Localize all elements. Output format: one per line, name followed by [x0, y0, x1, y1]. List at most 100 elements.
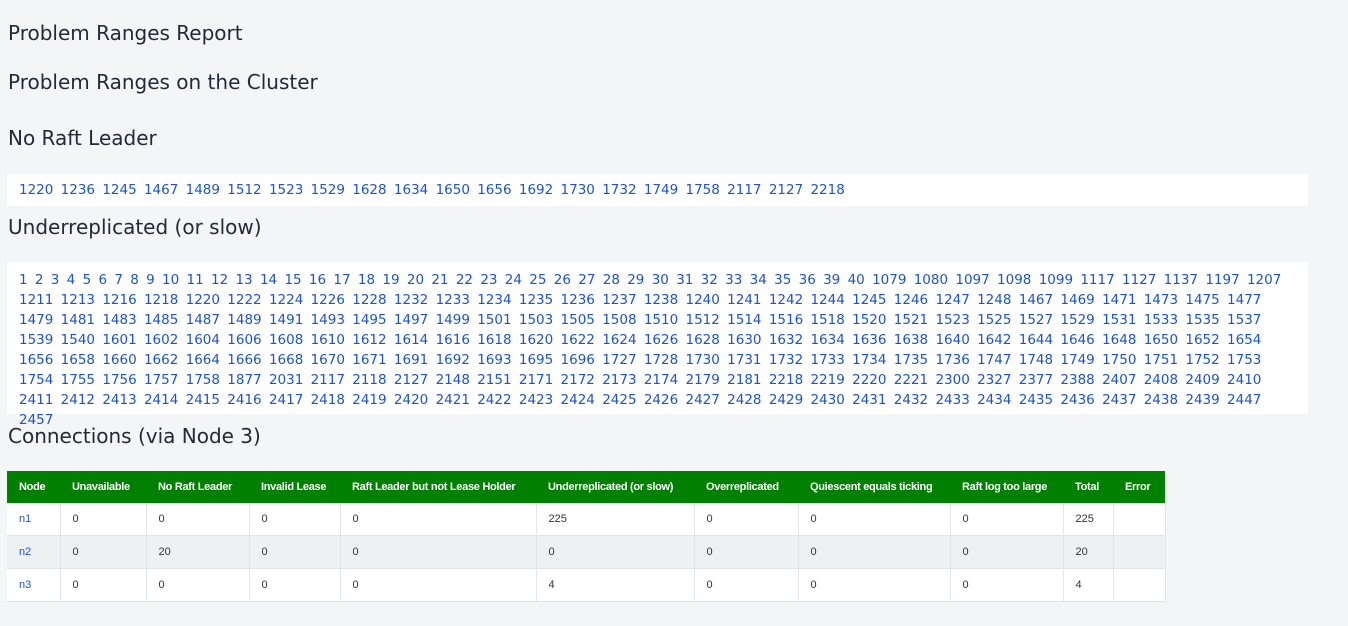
range-link[interactable]: 2423: [519, 392, 553, 408]
range-link[interactable]: 34: [750, 272, 767, 288]
range-link[interactable]: 2420: [394, 392, 428, 408]
range-link[interactable]: 1620: [519, 332, 553, 348]
range-link[interactable]: 1127: [1122, 272, 1156, 288]
range-link[interactable]: 9: [146, 272, 155, 288]
range-link[interactable]: 1696: [561, 352, 595, 368]
range-link[interactable]: 1656: [19, 352, 53, 368]
range-link[interactable]: 7: [114, 272, 123, 288]
range-link[interactable]: 1117: [1080, 272, 1114, 288]
range-link[interactable]: 2431: [852, 392, 886, 408]
range-link[interactable]: 1467: [1019, 292, 1053, 308]
range-link[interactable]: 1523: [269, 182, 303, 198]
range-link[interactable]: 28: [603, 272, 620, 288]
range-link[interactable]: 2409: [1185, 372, 1219, 388]
range-link[interactable]: 1638: [894, 332, 928, 348]
range-link[interactable]: 2408: [1144, 372, 1178, 388]
range-link[interactable]: 1521: [894, 312, 928, 328]
range-link[interactable]: 2421: [436, 392, 470, 408]
range-link[interactable]: 1602: [144, 332, 178, 348]
range-link[interactable]: 1601: [102, 332, 136, 348]
range-link[interactable]: 1610: [311, 332, 345, 348]
range-link[interactable]: 1098: [997, 272, 1031, 288]
range-link[interactable]: 1750: [1102, 352, 1136, 368]
range-link[interactable]: 2388: [1060, 372, 1094, 388]
range-link[interactable]: 1529: [311, 182, 345, 198]
range-link[interactable]: 1662: [144, 352, 178, 368]
range-link[interactable]: 1510: [644, 312, 678, 328]
range-link[interactable]: 2428: [727, 392, 761, 408]
range-link[interactable]: 1493: [311, 312, 345, 328]
range-link[interactable]: 2179: [686, 372, 720, 388]
range-link[interactable]: 2422: [477, 392, 511, 408]
range-link[interactable]: 1877: [227, 372, 261, 388]
range-link[interactable]: 1220: [186, 292, 220, 308]
range-link[interactable]: 1736: [935, 352, 969, 368]
range-link[interactable]: 1747: [977, 352, 1011, 368]
range-link[interactable]: 1660: [102, 352, 136, 368]
range-link[interactable]: 30: [652, 272, 669, 288]
range-link[interactable]: 1754: [19, 372, 53, 388]
range-link[interactable]: 1753: [1227, 352, 1261, 368]
range-link[interactable]: 1752: [1185, 352, 1219, 368]
node-link[interactable]: n2: [7, 535, 61, 569]
range-link[interactable]: 2438: [1144, 392, 1178, 408]
range-link[interactable]: 1626: [644, 332, 678, 348]
range-link[interactable]: 1471: [1102, 292, 1136, 308]
range-link[interactable]: 1748: [1019, 352, 1053, 368]
range-link[interactable]: 1197: [1205, 272, 1239, 288]
range-link[interactable]: 1246: [894, 292, 928, 308]
range-link[interactable]: 2427: [686, 392, 720, 408]
range-link[interactable]: 1527: [1019, 312, 1053, 328]
range-link[interactable]: 1616: [436, 332, 470, 348]
range-link[interactable]: 1: [19, 272, 28, 288]
range-link[interactable]: 1733: [810, 352, 844, 368]
range-link[interactable]: 1236: [561, 292, 595, 308]
range-link[interactable]: 2219: [810, 372, 844, 388]
range-link[interactable]: 1618: [477, 332, 511, 348]
range-link[interactable]: 1099: [1039, 272, 1073, 288]
range-link[interactable]: 1516: [769, 312, 803, 328]
range-link[interactable]: 13: [235, 272, 252, 288]
range-link[interactable]: 1495: [352, 312, 386, 328]
range-link[interactable]: 24: [505, 272, 522, 288]
range-link[interactable]: 1634: [394, 182, 428, 198]
range-link[interactable]: 1756: [102, 372, 136, 388]
range-link[interactable]: 4: [67, 272, 76, 288]
range-link[interactable]: 1467: [144, 182, 178, 198]
range-link[interactable]: 1734: [852, 352, 886, 368]
range-link[interactable]: 1097: [955, 272, 989, 288]
range-link[interactable]: 1539: [19, 332, 53, 348]
range-link[interactable]: 1473: [1144, 292, 1178, 308]
range-link[interactable]: 1658: [61, 352, 95, 368]
node-link[interactable]: n1: [7, 503, 61, 536]
range-link[interactable]: 1537: [1227, 312, 1261, 328]
range-link[interactable]: 1654: [1227, 332, 1261, 348]
range-link[interactable]: 1228: [352, 292, 386, 308]
range-link[interactable]: 1732: [602, 182, 636, 198]
range-link[interactable]: 1079: [872, 272, 906, 288]
range-link[interactable]: 1485: [144, 312, 178, 328]
range-link[interactable]: 2117: [727, 182, 761, 198]
range-link[interactable]: 1650: [1144, 332, 1178, 348]
range-link[interactable]: 1751: [1144, 352, 1178, 368]
range-link[interactable]: 1730: [686, 352, 720, 368]
range-link[interactable]: 1695: [519, 352, 553, 368]
range-link[interactable]: 1525: [977, 312, 1011, 328]
range-link[interactable]: 1514: [727, 312, 761, 328]
range-link[interactable]: 1244: [810, 292, 844, 308]
range-link[interactable]: 1535: [1185, 312, 1219, 328]
range-link[interactable]: 17: [333, 272, 350, 288]
range-link[interactable]: 1469: [1060, 292, 1094, 308]
range-link[interactable]: 31: [676, 272, 693, 288]
range-link[interactable]: 1691: [394, 352, 428, 368]
range-link[interactable]: 2148: [436, 372, 470, 388]
range-link[interactable]: 2127: [394, 372, 428, 388]
range-link[interactable]: 2407: [1102, 372, 1136, 388]
range-link[interactable]: 1512: [686, 312, 720, 328]
range-link[interactable]: 1728: [644, 352, 678, 368]
range-link[interactable]: 1758: [686, 182, 720, 198]
range-link[interactable]: 1245: [102, 182, 136, 198]
range-link[interactable]: 39: [823, 272, 840, 288]
range-link[interactable]: 1520: [852, 312, 886, 328]
range-link[interactable]: 1503: [519, 312, 553, 328]
